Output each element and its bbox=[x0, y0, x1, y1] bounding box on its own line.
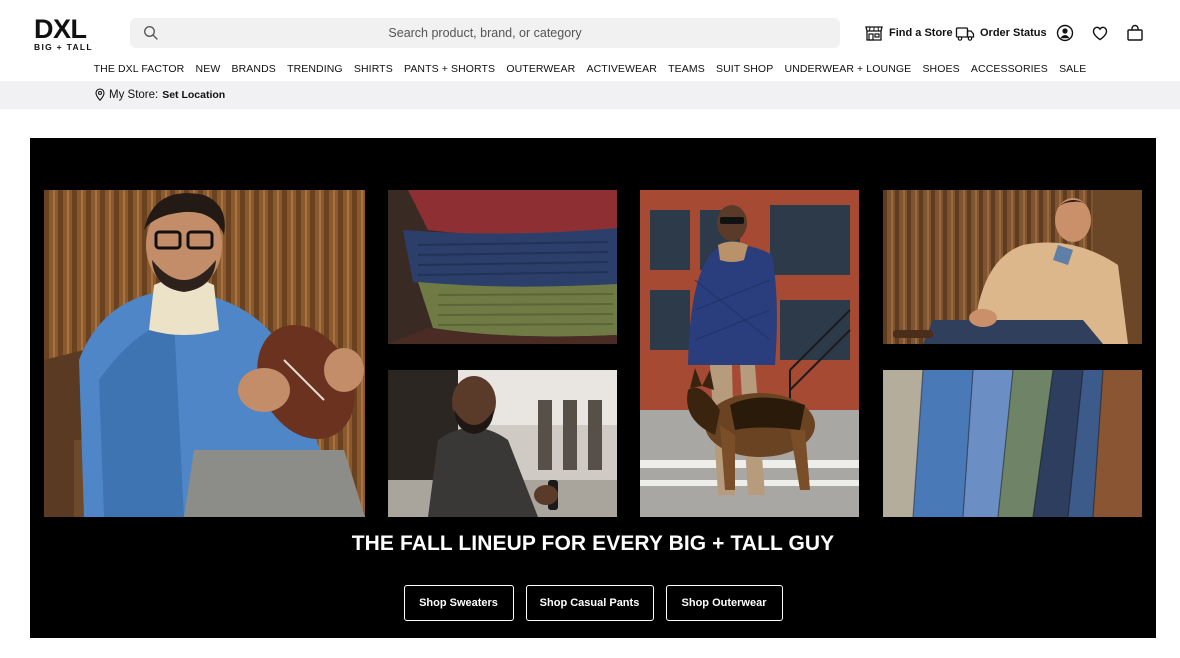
nav-item-pants-shorts[interactable]: PANTS + SHORTS bbox=[398, 61, 500, 79]
my-store-label: My Store: bbox=[109, 88, 159, 101]
set-location-link[interactable]: Set Location bbox=[162, 89, 225, 101]
nav-item-teams[interactable]: TEAMS bbox=[663, 61, 711, 79]
nav-item-shoes[interactable]: SHOES bbox=[917, 61, 965, 79]
nav-item-outerwear[interactable]: OUTERWEAR bbox=[501, 61, 581, 79]
account-icon[interactable] bbox=[1055, 23, 1075, 43]
hero-image-leather-jacket[interactable] bbox=[388, 370, 617, 517]
hero-image-casual-pants[interactable] bbox=[883, 370, 1142, 517]
main-navigation: THE DXL FACTOR NEW BRANDS TRENDING SHIRT… bbox=[0, 61, 1180, 79]
hero-headline: THE FALL LINEUP FOR EVERY BIG + TALL GUY bbox=[351, 532, 835, 555]
hero-image-folded-sweaters[interactable] bbox=[388, 190, 617, 344]
find-store-label: Find a Store bbox=[889, 27, 953, 39]
shop-sweaters-button[interactable]: Shop Sweaters bbox=[403, 585, 514, 621]
hero-image-outerwear-dog[interactable] bbox=[640, 190, 859, 517]
nav-item-suit-shop[interactable]: SUIT SHOP bbox=[710, 61, 779, 79]
store-icon bbox=[864, 23, 884, 43]
bag-icon[interactable] bbox=[1125, 23, 1145, 43]
order-status-label: Order Status bbox=[980, 27, 1047, 39]
search-icon[interactable] bbox=[143, 25, 159, 41]
hero-image-quarter-zip[interactable] bbox=[883, 190, 1142, 344]
wishlist-group bbox=[1090, 22, 1110, 44]
nav-item-underwear-lounge[interactable]: UNDERWEAR + LOUNGE bbox=[779, 61, 917, 79]
shop-casual-pants-button[interactable]: Shop Casual Pants bbox=[525, 585, 654, 621]
nav-item-shirts[interactable]: SHIRTS bbox=[348, 61, 398, 79]
account-group bbox=[1055, 22, 1075, 44]
nav-item-trending[interactable]: TRENDING bbox=[281, 61, 348, 79]
shop-outerwear-button[interactable]: Shop Outerwear bbox=[665, 585, 783, 621]
logo-tagline: BIG + TALL bbox=[34, 42, 93, 52]
hero-banner: THE FALL LINEUP FOR EVERY BIG + TALL GUY… bbox=[30, 138, 1156, 638]
location-pin-icon bbox=[95, 88, 105, 102]
search-bar[interactable] bbox=[130, 18, 840, 48]
find-store-link[interactable]: Find a Store bbox=[864, 23, 953, 43]
store-bar: My Store: Set Location bbox=[0, 81, 1180, 109]
heart-icon[interactable] bbox=[1090, 23, 1110, 43]
find-store-group: Find a Store bbox=[864, 22, 953, 44]
nav-item-brands[interactable]: BRANDS bbox=[226, 61, 282, 79]
dxl-logo[interactable]: DXL BIG + TALL bbox=[34, 14, 93, 52]
order-status-link[interactable]: Order Status bbox=[955, 23, 1047, 43]
hero-image-sweater-football[interactable] bbox=[44, 190, 365, 517]
search-input[interactable] bbox=[130, 18, 840, 48]
nav-item-new[interactable]: NEW bbox=[190, 61, 226, 79]
site-header: DXL BIG + TALL Find a Store Order Status bbox=[0, 0, 1180, 62]
bag-group bbox=[1125, 22, 1145, 44]
order-status-group: Order Status bbox=[955, 22, 1047, 44]
nav-item-sale[interactable]: SALE bbox=[1053, 61, 1091, 79]
nav-item-activewear[interactable]: ACTIVEWEAR bbox=[581, 61, 663, 79]
hero-cta-group: Shop Sweaters Shop Casual Pants Shop Out… bbox=[30, 585, 1156, 621]
nav-item-accessories[interactable]: ACCESSORIES bbox=[965, 61, 1053, 79]
my-store: My Store: Set Location bbox=[95, 88, 225, 102]
nav-item-dxl-factor[interactable]: THE DXL FACTOR bbox=[88, 61, 190, 79]
logo-wordmark: DXL bbox=[34, 14, 87, 44]
truck-icon bbox=[955, 23, 975, 43]
